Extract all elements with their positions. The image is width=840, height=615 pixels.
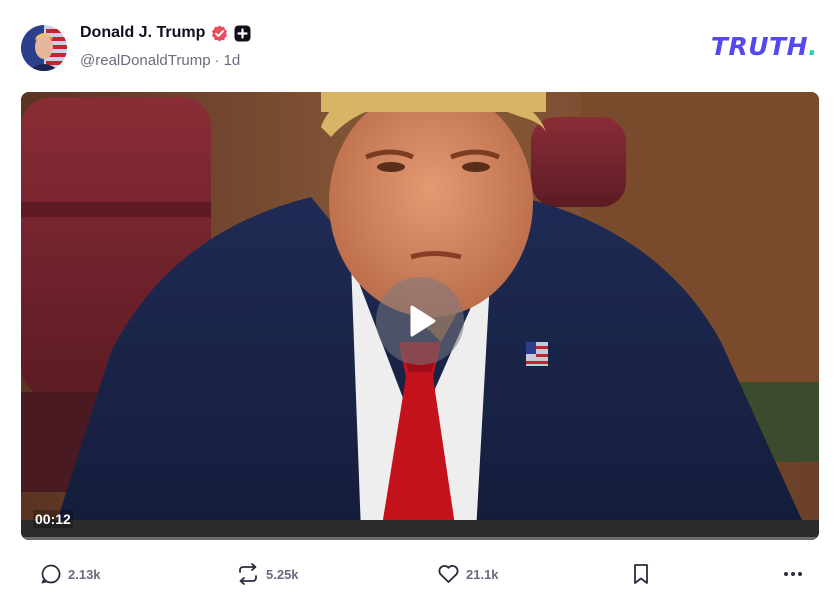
- heart-icon: [438, 565, 459, 583]
- reply-button[interactable]: 2.13k: [40, 563, 101, 585]
- like-count: 21.1k: [466, 566, 499, 582]
- video-duration-label: 00:12: [33, 510, 73, 528]
- comment-bubble-icon: [41, 564, 61, 584]
- verified-badge-icon: [211, 25, 228, 42]
- play-button[interactable]: [376, 277, 464, 365]
- plus-badge-icon: [234, 25, 251, 42]
- author-meta-row: @realDonaldTrump · 1d: [80, 52, 240, 69]
- more-options-button[interactable]: [782, 563, 804, 585]
- author-display-name[interactable]: Donald J. Trump: [80, 24, 205, 42]
- video-progress-track[interactable]: [21, 537, 819, 540]
- ellipsis-icon: [784, 572, 802, 576]
- truth-social-logo[interactable]: TRUTH.: [711, 32, 818, 61]
- play-icon: [410, 305, 436, 337]
- retruth-count: 5.25k: [266, 566, 299, 582]
- bookmark-icon: [634, 564, 648, 584]
- author-handle[interactable]: @realDonaldTrump: [80, 52, 211, 69]
- repost-arrows-icon: [239, 563, 257, 585]
- author-name-row: Donald J. Trump: [80, 24, 251, 42]
- meta-separator: ·: [214, 52, 220, 69]
- bookmark-button[interactable]: [632, 563, 650, 585]
- like-button[interactable]: 21.1k: [437, 563, 499, 585]
- reply-count: 2.13k: [68, 566, 101, 582]
- logo-text: TRUTH: [710, 32, 808, 61]
- retruth-button[interactable]: 5.25k: [236, 563, 299, 585]
- post-timestamp[interactable]: 1d: [224, 52, 241, 69]
- author-avatar[interactable]: [21, 25, 67, 71]
- video-player[interactable]: 00:12: [21, 92, 819, 540]
- post-actions-bar: 2.13k 5.25k 21.1k: [0, 555, 840, 595]
- post-header: Donald J. Trump @realDonaldTrump · 1d TR…: [0, 0, 840, 92]
- logo-dot: .: [808, 32, 818, 61]
